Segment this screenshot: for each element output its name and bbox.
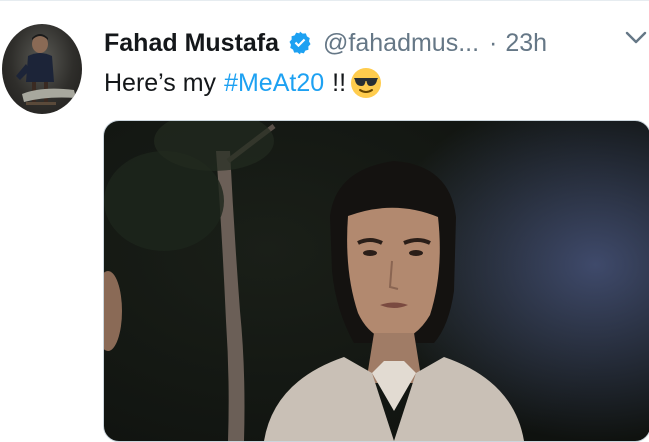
verified-badge-icon (289, 31, 311, 55)
avatar[interactable] (2, 24, 82, 114)
tweet-timestamp[interactable]: 23h (505, 29, 547, 58)
hashtag-link[interactable]: #MeAt20 (224, 69, 324, 98)
tweet-text-prefix: Here’s my (104, 68, 217, 97)
tweet-text: Here’s my #MeAt20 !! (104, 66, 382, 100)
divider (0, 0, 649, 1)
avatar-image (16, 34, 76, 105)
tweet-text-suffix: !! (332, 68, 347, 97)
tweet-header: Fahad Mustafa @fahadmus... · 23h (104, 25, 547, 61)
separator-dot: · (489, 28, 498, 57)
tweet-media-photo[interactable] (103, 120, 649, 442)
author-name[interactable]: Fahad Mustafa (104, 29, 279, 58)
author-handle[interactable]: @fahadmus... (323, 29, 479, 58)
sunglasses-emoji-icon (351, 68, 382, 98)
photo-image (104, 121, 524, 441)
chevron-down-icon[interactable] (624, 28, 648, 48)
